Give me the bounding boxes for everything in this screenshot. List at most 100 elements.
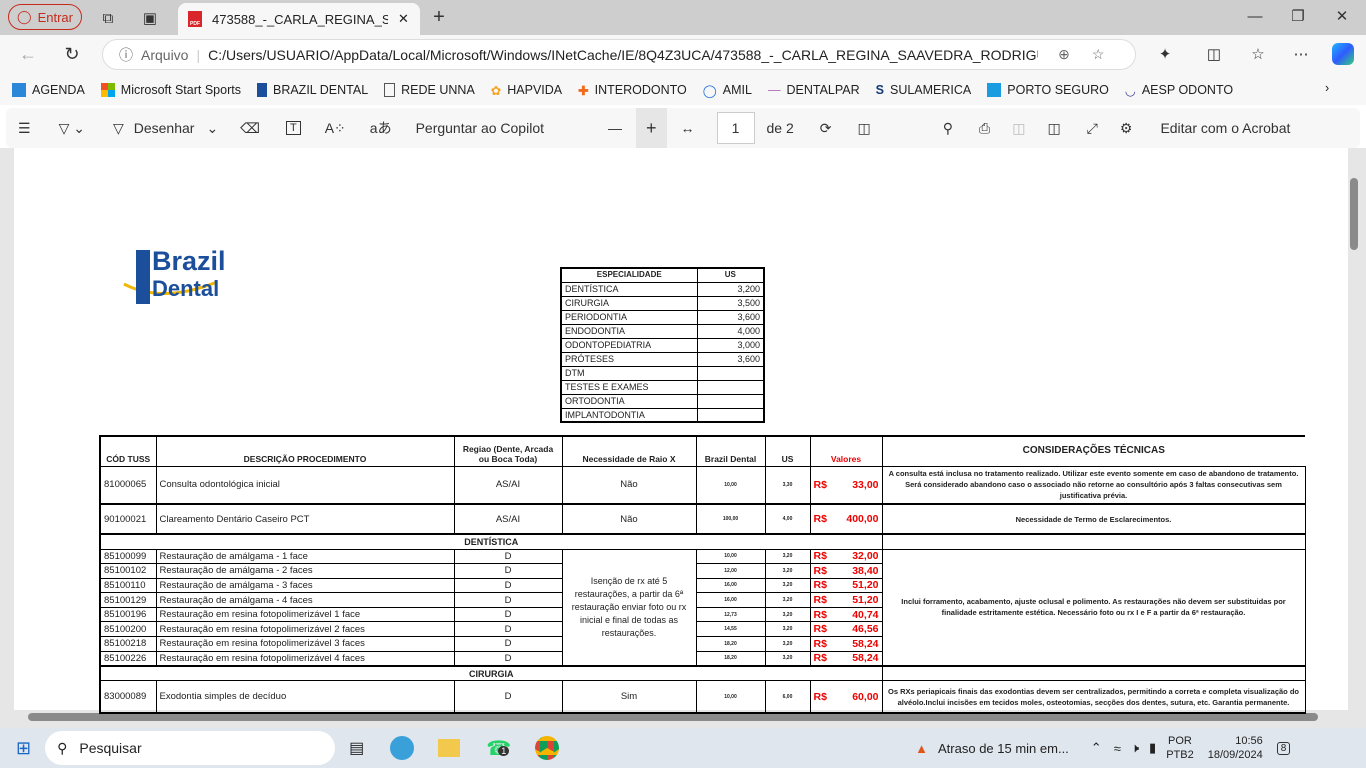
clock[interactable]: 10:56 18/09/2024 bbox=[1208, 734, 1263, 762]
us: 3,20 bbox=[764, 577, 811, 594]
us-value: 3,200 bbox=[696, 281, 765, 297]
translate-icon[interactable]: aあ bbox=[370, 118, 392, 138]
contents-icon[interactable]: ☰ bbox=[18, 120, 31, 137]
back-icon[interactable]: ← bbox=[18, 44, 38, 64]
print-icon[interactable]: ⎙ bbox=[979, 120, 990, 137]
chevron-right-icon[interactable]: › bbox=[1325, 81, 1329, 95]
url-text[interactable]: C:/Users/USUARIO/AppData/Local/Microsoft… bbox=[208, 47, 1038, 63]
notes: Inclui forramento, acabamento, ajuste oc… bbox=[881, 548, 1306, 667]
bookmark-hapvida[interactable]: ✿ HAPVIDA bbox=[491, 83, 562, 98]
value-cell: R$ 33,00 bbox=[809, 465, 883, 505]
text-icon[interactable]: T bbox=[285, 121, 301, 135]
taskbar: ⊞ ⚲ Pesquisar ▤ ☎1 ▲ Atraso de 15 min em.… bbox=[0, 728, 1366, 768]
value-cell: R$ 58,24 bbox=[809, 636, 883, 652]
code: 85100099 bbox=[99, 548, 157, 565]
page-view-icon[interactable]: ◫ bbox=[858, 120, 871, 137]
language-indicator[interactable]: POR PTB2 bbox=[1166, 734, 1194, 762]
close-window-icon[interactable]: ✕ bbox=[1332, 6, 1352, 26]
close-tab-icon[interactable]: ✕ bbox=[398, 11, 409, 27]
file-explorer-icon[interactable] bbox=[438, 739, 461, 757]
us-value: 3,000 bbox=[696, 337, 765, 353]
draw-button[interactable]: Desenhar bbox=[134, 120, 195, 136]
wifi-icon[interactable]: ≈ bbox=[1114, 741, 1121, 756]
page-number-input[interactable]: 1 bbox=[716, 112, 755, 144]
bookmark-porto-seguro[interactable]: PORTO SEGURO bbox=[987, 83, 1109, 97]
whatsapp-icon[interactable]: ☎1 bbox=[486, 736, 511, 761]
battery-icon[interactable]: ▮ bbox=[1149, 740, 1156, 756]
bookmark-dentalpar[interactable]: — DENTALPAR bbox=[768, 83, 860, 97]
search-icon[interactable]: ⚲ bbox=[943, 120, 953, 137]
info-icon: ⓘ bbox=[119, 46, 133, 63]
description: Restauração de amálgama - 3 faces bbox=[155, 577, 455, 594]
us: 3,20 bbox=[764, 548, 811, 565]
chevron-down-icon[interactable]: ⌄ bbox=[206, 120, 218, 137]
description: Clareamento Dentário Caseiro PCT bbox=[155, 503, 455, 535]
bookmark-amil[interactable]: ◯ AMIL bbox=[703, 83, 752, 98]
restore-icon[interactable]: ❐ bbox=[1288, 6, 1308, 26]
value: 60,00 bbox=[852, 690, 879, 703]
vertical-tabs-icon[interactable]: ▣ bbox=[140, 8, 160, 28]
us-row: ODONTOPEDIATRIA 3,000 bbox=[560, 337, 765, 353]
weather-text[interactable]: Atraso de 15 min em... bbox=[938, 741, 1069, 756]
value-cell: R$ 46,56 bbox=[809, 621, 883, 638]
code: 85100200 bbox=[99, 621, 157, 638]
task-view-icon[interactable]: ▤ bbox=[349, 738, 364, 758]
extensions-icon[interactable]: ✦ bbox=[1155, 44, 1175, 64]
bookmark-msn-sports[interactable]: Microsoft Start Sports bbox=[100, 83, 241, 97]
bookmark-sulamerica[interactable]: S SULAMERICA bbox=[876, 83, 972, 97]
settings-icon[interactable]: ⚙ bbox=[1120, 120, 1133, 137]
minimize-icon[interactable]: — bbox=[1245, 6, 1265, 26]
fullscreen-icon[interactable]: ⤢ bbox=[1087, 120, 1098, 137]
more-icon[interactable]: ⋯ bbox=[1291, 44, 1311, 64]
description: Restauração em resina fotopolimerizável … bbox=[155, 650, 455, 667]
bookmarks-bar: AGENDA Microsoft Start Sports BRAZIL DEN… bbox=[0, 75, 1366, 105]
us-value bbox=[696, 393, 765, 409]
address-bar[interactable]: ⓘ Arquivo | C:/Users/USUARIO/AppData/Loc… bbox=[102, 39, 1136, 70]
bookmark-brazil-dental[interactable]: BRAZIL DENTAL bbox=[256, 83, 368, 97]
zoom-icon[interactable]: ⊕ bbox=[1058, 46, 1070, 63]
value: 400,00 bbox=[846, 513, 879, 525]
bookmark-label: DENTALPAR bbox=[786, 83, 860, 97]
favorites-icon[interactable]: ☆ bbox=[1248, 44, 1268, 64]
search-box[interactable]: ⚲ Pesquisar bbox=[45, 731, 336, 765]
table-row: 81000065 Consulta odontológica inicial A… bbox=[99, 465, 1306, 505]
bookmark-interodonto[interactable]: ✚ INTERODONTO bbox=[578, 83, 687, 98]
new-tab-icon[interactable]: + bbox=[428, 6, 450, 28]
rotate-icon[interactable]: ⟳ bbox=[820, 120, 832, 137]
notification-badge[interactable]: 8 bbox=[1276, 741, 1291, 755]
eraser-icon[interactable]: ⌫ bbox=[240, 120, 260, 137]
star-icon[interactable]: ☆ bbox=[1092, 46, 1105, 63]
chrome-icon[interactable] bbox=[535, 736, 560, 760]
bookmark-aesp-odonto[interactable]: ◡ AESP ODONTO bbox=[1125, 83, 1233, 98]
edge-icon[interactable] bbox=[390, 736, 415, 760]
zoom-out-icon[interactable]: — bbox=[608, 120, 622, 136]
dentalpar-icon: — bbox=[767, 83, 781, 97]
workspaces-icon[interactable]: ⧉ bbox=[98, 8, 118, 28]
edit-acrobat-button[interactable]: Editar com o Acrobat bbox=[1160, 120, 1290, 136]
highlight-icon[interactable]: ▽ ⌄ bbox=[59, 120, 85, 137]
fit-width-icon[interactable]: ↔ bbox=[681, 120, 695, 136]
windows-start-icon[interactable]: ⊞ bbox=[16, 738, 31, 759]
value: 51,20 bbox=[852, 579, 879, 592]
speaker-icon[interactable]: 🕨 bbox=[1131, 740, 1139, 756]
procedures-table: CÓD TUSS DESCRIÇÃO PROCEDIMENTO Regiao (De… bbox=[99, 435, 1306, 714]
horizontal-scrollbar[interactable] bbox=[28, 713, 1318, 721]
split-screen-icon[interactable]: ◫ bbox=[1204, 44, 1224, 64]
profile-button[interactable]: ◯ Entrar bbox=[8, 4, 82, 30]
tab-active[interactable]: PDF 473588_-_CARLA_REGINA_SAAVEDRA_RODRI… bbox=[178, 3, 420, 35]
read-aloud-icon[interactable]: A⁘ bbox=[325, 120, 346, 137]
show-hidden-icons[interactable]: ⌃ bbox=[1091, 740, 1102, 756]
vertical-scrollbar[interactable] bbox=[1350, 178, 1358, 250]
porto-seguro-icon bbox=[987, 83, 1002, 97]
zoom-in-icon[interactable]: + bbox=[636, 107, 667, 149]
draw-icon[interactable]: ▽ bbox=[113, 120, 124, 137]
ask-copilot-button[interactable]: Perguntar ao Copilot bbox=[416, 120, 544, 136]
bookmark-agenda[interactable]: AGENDA bbox=[12, 83, 85, 97]
bookmark-rede-unna[interactable]: REDE UNNA bbox=[384, 83, 475, 97]
copilot-icon[interactable] bbox=[1332, 43, 1354, 65]
specialty: IMPLANTODONTIA bbox=[560, 407, 698, 423]
column-header: Necessidade de Raio X bbox=[561, 435, 697, 467]
refresh-icon[interactable]: ↻ bbox=[62, 44, 82, 64]
value: 58,24 bbox=[852, 637, 879, 650]
save-as-icon[interactable]: ◫ bbox=[1047, 120, 1060, 137]
